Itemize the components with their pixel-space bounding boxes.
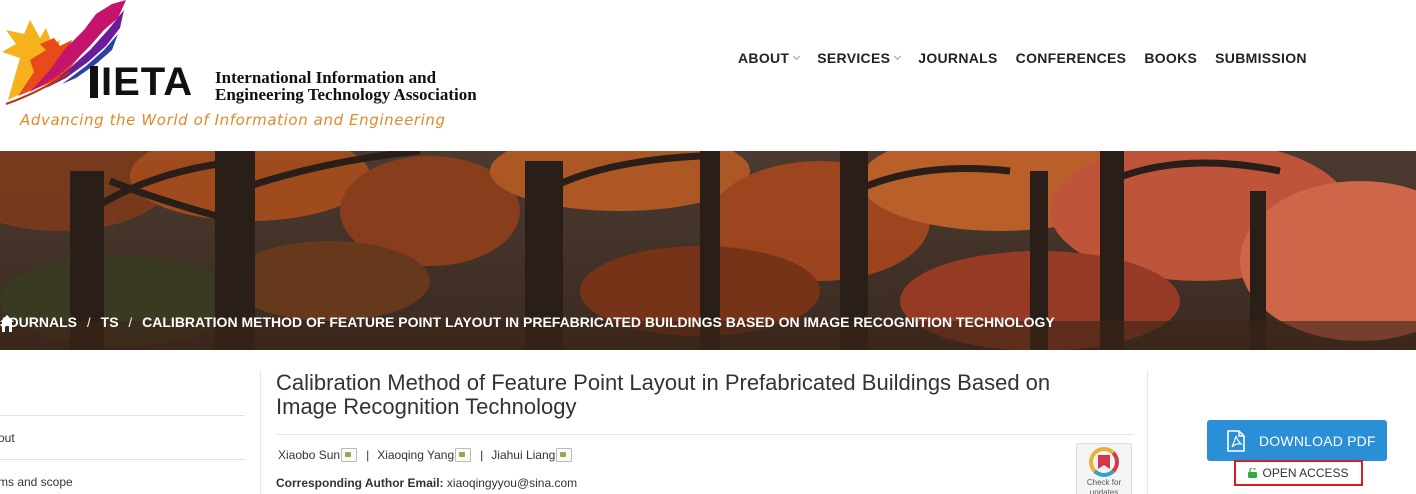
nav-services-label: SERVICES [817,50,891,66]
chevron-down-icon [894,52,902,61]
main-nav: ABOUT SERVICES JOURNALS CONFERENCES BOOK… [738,50,1307,66]
sidebar-item-aims-and-scope[interactable]: ms and scope [0,460,245,494]
author-name[interactable]: Xiaoqing Yang [377,448,454,462]
logo-bar [90,66,98,98]
check-badge-line2: updates [1089,488,1119,494]
corresponding-author: Corresponding Author Email: xiaoqingyyou… [276,476,577,490]
nav-about-label: ABOUT [738,50,790,66]
download-pdf-label: DOWNLOAD PDF [1259,432,1376,449]
home-icon[interactable] [0,314,14,332]
hero-banner: JOURNALS / TS / CALIBRATION METHOD OF FE… [0,151,1416,350]
pdf-file-icon [1227,429,1245,452]
check-for-updates-badge[interactable]: Check for updates [1076,443,1132,494]
check-badge-line1: Check for [1086,478,1122,487]
tagline: Advancing the World of Information and E… [20,111,446,129]
logo-wordmark[interactable]: IETA [90,62,193,102]
org-name-line1: International Information and [215,68,437,87]
crossmark-icon [1089,447,1119,477]
open-access-badge: OPEN ACCESS [1234,460,1363,486]
article-title: Calibration Method of Feature Point Layo… [276,371,1136,419]
article-title-line1: Calibration Method of Feature Point Layo… [276,370,1051,395]
author-name[interactable]: Xiaobo Sun [278,448,340,462]
breadcrumb-separator: / [87,314,91,330]
nav-about[interactable]: ABOUT [738,50,801,66]
nav-services[interactable]: SERVICES [817,50,902,66]
author-separator: | [480,448,484,462]
sidebar-item-about[interactable]: out [0,416,245,460]
site-header: IETA International Information and Engin… [0,0,1416,151]
author-list: Xiaobo Sun | Xiaoqing Yang | Jiahui Lian… [278,448,573,462]
unlock-icon [1248,468,1258,478]
org-name-line2: Engineering Technology Association [215,85,477,104]
article-title-line2: Image Recognition Technology [276,394,577,419]
breadcrumb: JOURNALS / TS / CALIBRATION METHOD OF FE… [0,314,1055,332]
author-separator: | [366,448,370,462]
open-access-label: OPEN ACCESS [1262,466,1349,480]
nav-books[interactable]: BOOKS [1144,50,1197,66]
orcid-icon[interactable] [341,448,358,462]
article-main: Calibration Method of Feature Point Layo… [260,371,1148,494]
nav-submission[interactable]: SUBMISSION [1215,50,1307,66]
breadcrumb-ts[interactable]: TS [101,314,119,330]
orcid-icon[interactable] [556,448,573,462]
journal-sidebar: out ms and scope [0,415,245,494]
breadcrumb-current-article: CALIBRATION METHOD OF FEATURE POINT LAYO… [142,314,1055,330]
title-divider [276,434,1134,435]
chevron-down-icon [793,52,801,61]
logo-text: IETA [101,60,194,104]
nav-conferences[interactable]: CONFERENCES [1016,50,1127,66]
breadcrumb-separator: / [128,314,133,330]
nav-journals[interactable]: JOURNALS [918,50,997,66]
corresponding-author-label: Corresponding Author Email: [276,476,444,490]
organization-name: International Information and Engineerin… [215,69,477,103]
corresponding-author-email[interactable]: xiaoqingyyou@sina.com [447,476,577,490]
orcid-icon[interactable] [455,448,472,462]
download-pdf-button[interactable]: DOWNLOAD PDF [1207,420,1387,461]
author-name[interactable]: Jiahui Liang [491,448,555,462]
